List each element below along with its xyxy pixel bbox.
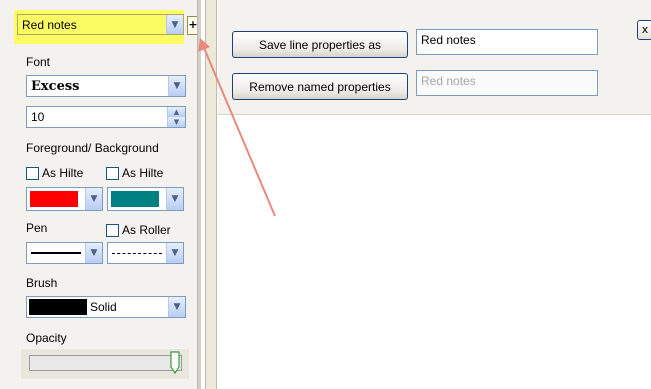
annotation-arrow	[198, 38, 276, 217]
